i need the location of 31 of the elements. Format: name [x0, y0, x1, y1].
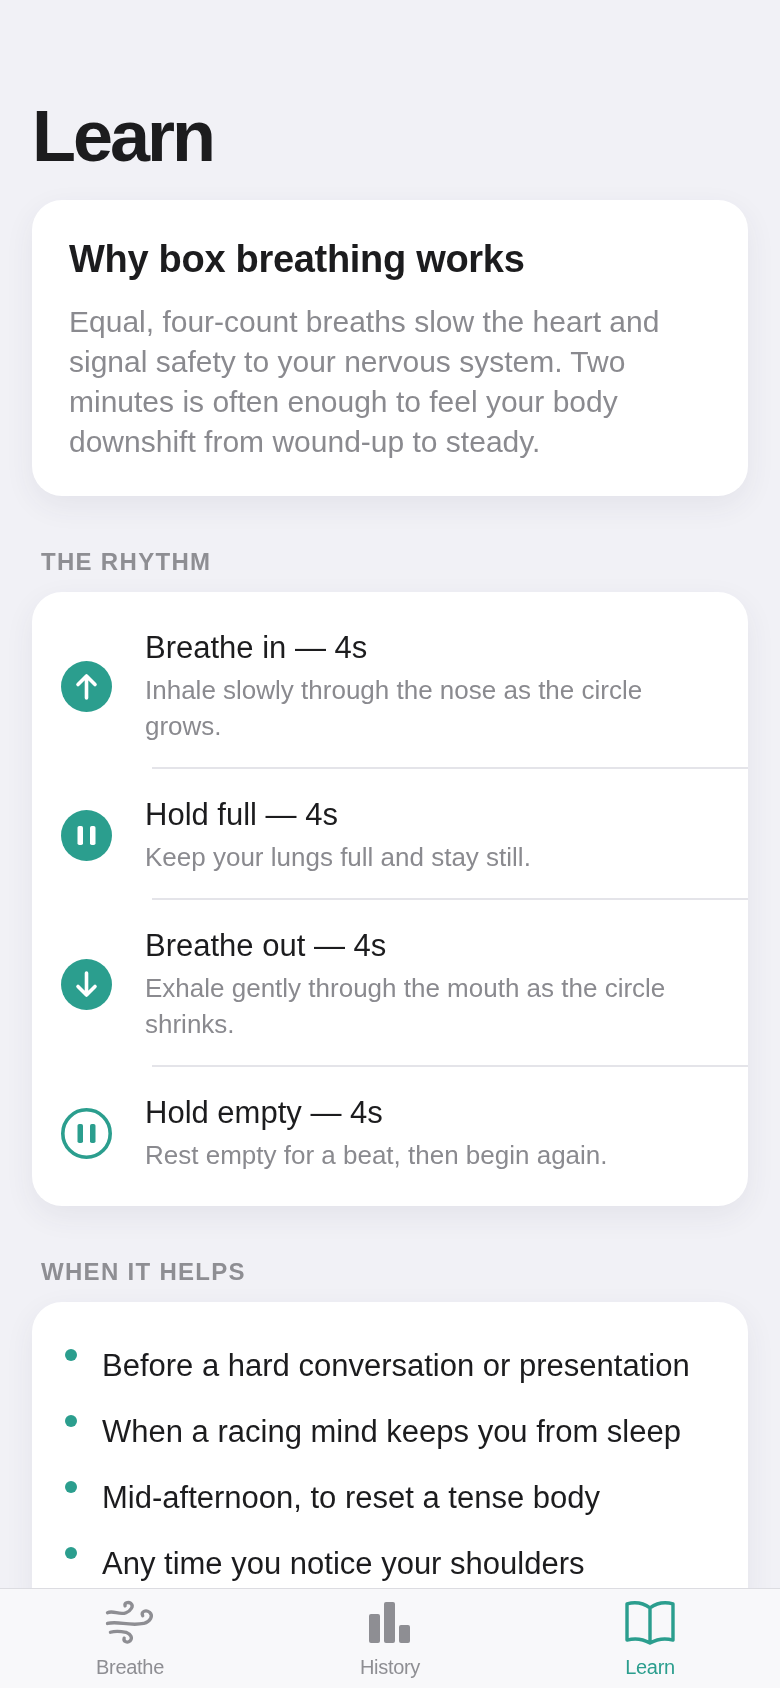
bullet-dot-icon: [65, 1547, 77, 1559]
step-title: Hold empty — 4s: [145, 1094, 384, 1132]
wind-icon: [104, 1599, 156, 1645]
list-item-text: When a racing mind keeps you from sleep: [102, 1414, 681, 1450]
step-title: Hold full — 4s: [145, 796, 339, 834]
bar-chart-icon: [369, 1601, 411, 1643]
arrow-down-icon: [61, 958, 112, 1010]
tab-button[interactable]: History: [355, 1589, 425, 1679]
tab-button[interactable]: Breathe: [92, 1589, 168, 1679]
step-title: Breathe out — 4s: [145, 927, 388, 965]
section-heading: THE RHYTHM: [41, 547, 212, 576]
list-item-text: Any time you notice your shoulders: [102, 1546, 585, 1582]
bullet-dot-icon: [65, 1349, 77, 1361]
step-description: Inhale slowly through the nose as the circle grows.: [145, 674, 644, 743]
bullet-dot-icon: [65, 1415, 77, 1427]
pause-ring-icon: [61, 1107, 112, 1159]
arrow-up-icon: [61, 660, 112, 712]
tab-button[interactable]: Learn: [620, 1589, 680, 1679]
card-title: Why box breathing works: [69, 237, 526, 282]
step-description: Keep your lungs full and stay still.: [145, 841, 532, 874]
bullet-dot-icon: [65, 1481, 77, 1493]
step-description: Exhale gently through the mouth as the circle shrinks.: [145, 972, 667, 1041]
page-title: Learn: [32, 97, 215, 176]
section-heading: WHEN IT HELPS: [41, 1257, 246, 1286]
card-body-text: Equal, four-count breaths slow the heart and signal safety to your nervous system. Two minutes is often enough to feel your body downshift from wound-up to steady.: [69, 304, 661, 460]
pause-icon: [61, 809, 112, 861]
step-description: Rest empty for a beat, then begin again.: [145, 1139, 609, 1172]
list-item-text: Mid-afternoon, to reset a tense body: [102, 1480, 600, 1516]
step-title: Breathe in — 4s: [145, 629, 369, 667]
book-icon: [624, 1599, 676, 1645]
list-item-text: Before a hard conversation or presentation: [102, 1348, 690, 1384]
